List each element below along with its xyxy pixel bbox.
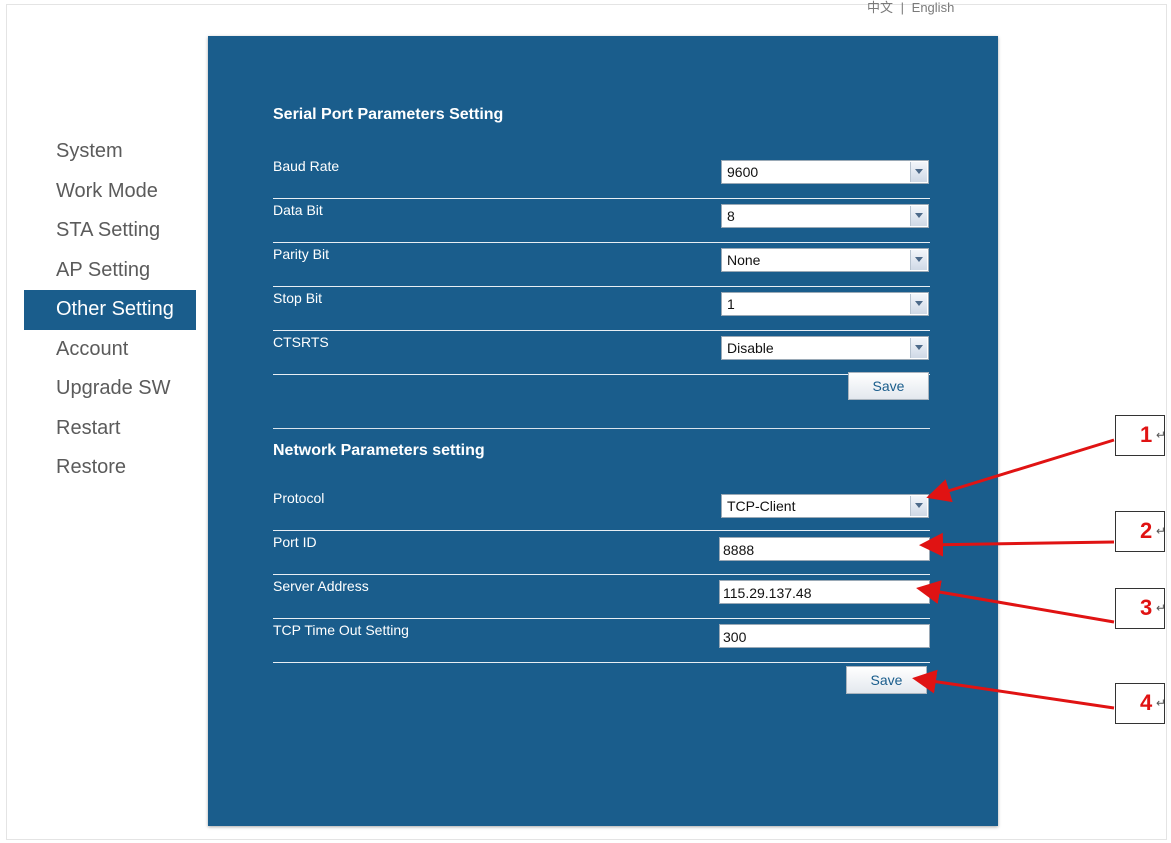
callout-arrows [912,438,1115,710]
arrow-1 [926,438,1115,503]
arrow-2 [919,532,1115,557]
arrow-4 [912,669,1115,710]
arrow-3 [916,580,1115,624]
